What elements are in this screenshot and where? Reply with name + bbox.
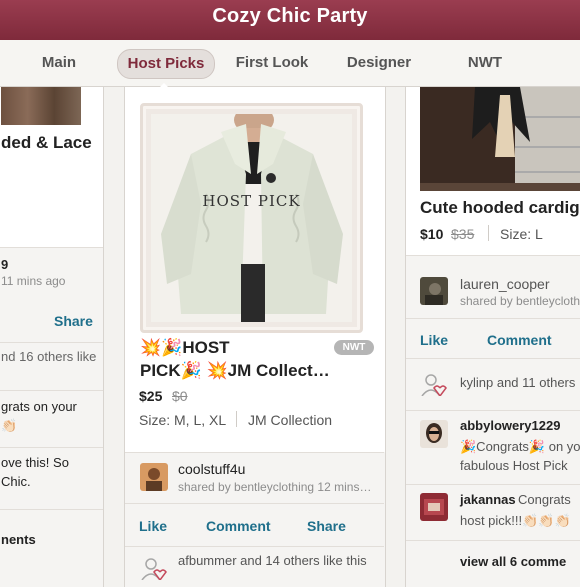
person-heart-icon	[140, 556, 168, 585]
commenter-avatar-1[interactable]	[420, 420, 448, 448]
right-view-comments-link[interactable]: view all 6 comme	[460, 554, 566, 569]
listing-price: $25	[139, 388, 163, 404]
right-price: $10	[420, 226, 444, 242]
comment-1-line2: fabulous Host Pick	[460, 458, 568, 473]
listing-size: Size: M, L, XL	[139, 412, 227, 428]
likes-text[interactable]: afbummer and 14 others like this	[178, 553, 367, 568]
comment-button[interactable]: Comment	[206, 518, 271, 534]
app-header: Cozy Chic Party	[0, 0, 580, 41]
left-likes-text[interactable]: nd 16 others like	[1, 349, 96, 364]
sharer-username[interactable]: coolstuff4u	[178, 461, 245, 477]
size-brand-divider	[236, 411, 237, 427]
right-user-avatar[interactable]	[420, 277, 448, 305]
commenter-1-username[interactable]: abbylowery1229	[460, 418, 560, 433]
tab-host-picks[interactable]: Host Picks	[117, 49, 215, 79]
right-avatar-image	[420, 277, 448, 305]
user-avatar[interactable]	[140, 463, 168, 491]
comment-2-line2: host pick!!!👏🏻👏🏻👏🏻	[460, 513, 571, 528]
share-button[interactable]: Share	[307, 518, 346, 534]
right-comment-button[interactable]: Comment	[487, 332, 552, 348]
avatar-image	[140, 463, 168, 491]
tab-main[interactable]: Main	[32, 49, 86, 77]
right-original-price: $35	[451, 226, 475, 242]
commenter-avatar-1-image	[420, 420, 448, 448]
left-comment-1-l2: 👏🏻	[1, 418, 18, 433]
listing-title-line1[interactable]: 💥🎉HOST	[140, 338, 230, 358]
commenter-avatar-2[interactable]	[420, 493, 448, 521]
comment-2-line1: Congrats	[518, 492, 571, 507]
left-meta-time: 11 mins ago	[1, 274, 66, 288]
listing-original-price: $0	[172, 388, 188, 404]
commenter-avatar-2-image	[420, 493, 448, 521]
listing-title-right[interactable]: Cute hooded cardig	[420, 198, 580, 218]
left-share-button[interactable]: Share	[54, 313, 93, 329]
commenter-2-username[interactable]: jakannas	[460, 492, 516, 507]
left-comment-1-l1: grats on your	[1, 399, 77, 414]
nwt-badge: NWT	[334, 340, 374, 355]
like-button[interactable]: Like	[139, 518, 167, 534]
tab-first-look[interactable]: First Look	[230, 49, 314, 77]
listing-photo-center[interactable]: HOST PICK	[151, 114, 352, 322]
right-like-button[interactable]: Like	[420, 332, 448, 348]
right-price-size-divider	[488, 225, 489, 241]
listing-title-line2[interactable]: PICK🎉 💥JM Collect…	[140, 361, 330, 381]
tab-nwt[interactable]: NWT	[460, 49, 510, 77]
comment-1-line1: 🎉Congrats🎉 on yo	[460, 439, 580, 454]
listing-photo-right[interactable]	[420, 87, 580, 191]
left-comment-2-l1: ove this! So	[1, 455, 69, 470]
host-pick-watermark: HOST PICK	[202, 192, 301, 210]
cardigan-photo	[151, 114, 352, 322]
left-meta-num: 9	[1, 257, 9, 272]
tab-designer[interactable]: Designer	[338, 49, 420, 77]
listing-photo-left[interactable]	[1, 87, 81, 125]
right-size: Size: L	[500, 226, 543, 242]
shared-by-text: shared by bentleyclothing 12 mins…	[178, 480, 372, 494]
app-title: Cozy Chic Party	[212, 5, 368, 27]
tab-bar: Main Host Picks First Look Designer NWT	[0, 40, 580, 87]
listing-photo-frame[interactable]: HOST PICK	[140, 103, 363, 333]
listing-brand[interactable]: JM Collection	[248, 412, 332, 428]
right-shared-by-text: shared by bentleycloth	[460, 294, 580, 308]
listing-card-left[interactable]: ded & Lace 9 11 mins ago Share nd 16 oth…	[0, 87, 104, 587]
hooded-cardigan-photo	[420, 87, 580, 191]
right-person-heart-icon	[420, 372, 448, 401]
left-view-comments-link[interactable]: nents	[1, 532, 36, 547]
right-sharer-username[interactable]: lauren_cooper	[460, 276, 550, 292]
listing-title-left[interactable]: ded & Lace	[1, 133, 92, 153]
left-comment-2-l2: Chic.	[1, 474, 31, 489]
right-likes-text[interactable]: kylinp and 11 others	[460, 375, 575, 390]
